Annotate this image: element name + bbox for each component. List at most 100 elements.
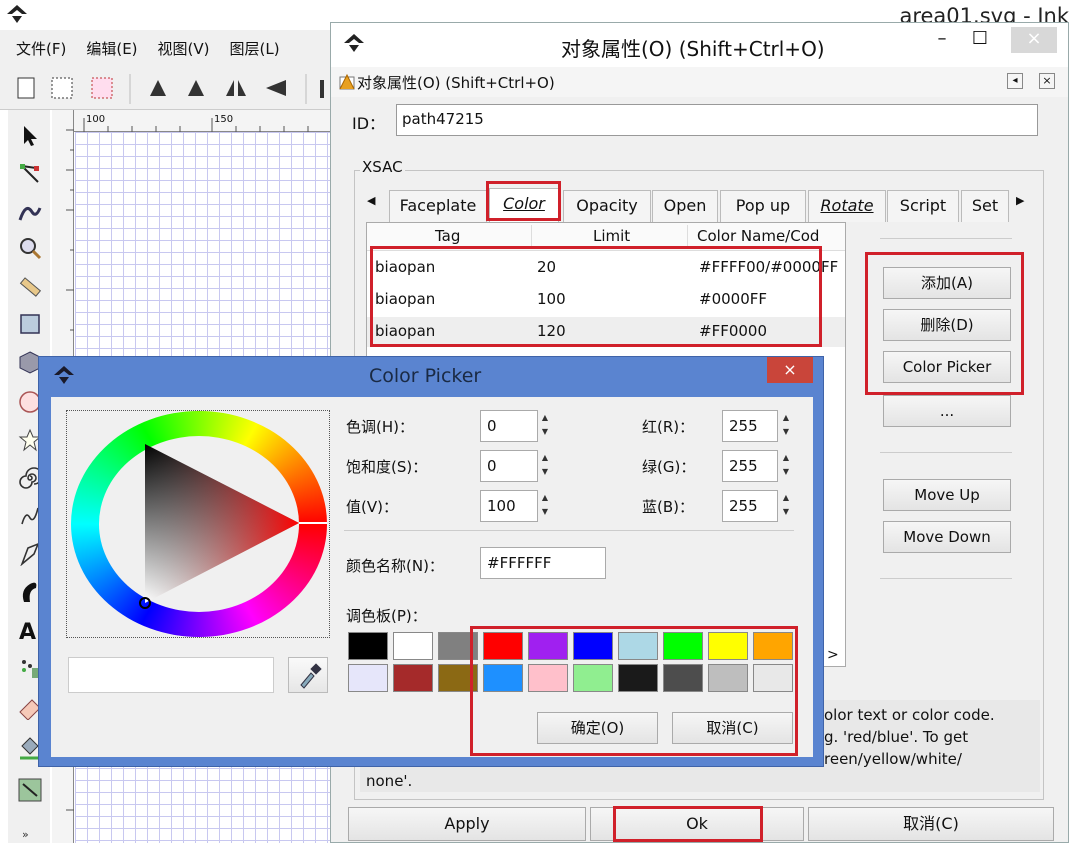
tab-color[interactable]: Color: [489, 188, 559, 222]
saturation-spinner-icon[interactable]: ▲ ▼: [539, 451, 551, 481]
tweak-tool-icon[interactable]: [18, 200, 42, 224]
saturation-input[interactable]: 0: [480, 450, 538, 482]
green-spinner-icon[interactable]: ▲ ▼: [780, 451, 792, 481]
selector-tool-icon[interactable]: [18, 124, 42, 148]
palette-swatch[interactable]: [528, 632, 568, 660]
select-in-layers-icon[interactable]: [91, 77, 113, 99]
table-row[interactable]: biaopan 100 #0000FF: [367, 285, 845, 315]
select-all-icon[interactable]: [51, 77, 73, 99]
color-picker-button[interactable]: Color Picker: [883, 351, 1011, 383]
inkscape-menu-bar: 文件(F) 编辑(E) 视图(V) 图层(L): [0, 30, 335, 66]
panel-collapse-icon[interactable]: ◂: [1007, 73, 1023, 89]
color-picker-close-button[interactable]: ×: [767, 357, 813, 383]
saturation-value-triangle[interactable]: [71, 411, 327, 637]
flip-vertical-icon[interactable]: [266, 80, 286, 96]
palette-swatch[interactable]: [528, 664, 568, 692]
minimize-button[interactable]: –: [931, 27, 953, 53]
rectangle-tool-icon[interactable]: [18, 312, 42, 336]
value-spinner-icon[interactable]: ▲ ▼: [539, 491, 551, 521]
table-row[interactable]: biaopan 20 #FFFF00/#0000FF: [367, 253, 845, 283]
tab-open[interactable]: Open: [652, 190, 718, 222]
eyedropper-icon: [300, 663, 322, 689]
hue-input[interactable]: 0: [480, 410, 538, 442]
toolbar-more-icon[interactable]: [320, 80, 324, 98]
delete-button[interactable]: 删除(D): [883, 309, 1011, 341]
tab-scroll-left-icon[interactable]: ◀: [367, 194, 375, 207]
red-input[interactable]: 255: [722, 410, 778, 442]
blue-input[interactable]: 255: [722, 490, 778, 522]
palette-swatch[interactable]: [393, 664, 433, 692]
palette-swatch[interactable]: [708, 664, 748, 692]
panel-close-icon[interactable]: ×: [1039, 73, 1055, 89]
rotate-ccw-icon[interactable]: [150, 80, 166, 96]
palette-label: 调色板(P)：: [346, 607, 427, 625]
dock-panel-header: 对象属性(O) (Shift+Ctrl+O) ◂ ×: [331, 67, 1068, 97]
table-row[interactable]: biaopan 120 #FF0000: [367, 317, 845, 347]
eyedropper-button[interactable]: [288, 657, 328, 693]
more-button[interactable]: ...: [883, 395, 1011, 427]
palette-swatch[interactable]: [438, 664, 478, 692]
palette-swatch[interactable]: [573, 664, 613, 692]
red-spinner-icon[interactable]: ▲ ▼: [780, 411, 792, 441]
column-header-color[interactable]: Color Name/Cod: [697, 227, 845, 245]
palette-swatch[interactable]: [753, 632, 793, 660]
help-line-2: g. 'red/blue'. To get: [824, 728, 969, 746]
ok-button[interactable]: Ok: [590, 807, 804, 841]
tab-set[interactable]: Set: [961, 190, 1009, 222]
id-label: ID：: [352, 114, 386, 133]
color-name-input[interactable]: #FFFFFF: [480, 547, 606, 579]
color-wheel[interactable]: [71, 411, 327, 637]
flip-horizontal-icon[interactable]: [226, 80, 246, 96]
palette-swatch[interactable]: [348, 664, 388, 692]
tab-faceplate[interactable]: Faceplate: [389, 190, 487, 222]
menu-layer[interactable]: 图层(L): [230, 38, 280, 59]
move-down-button[interactable]: Move Down: [883, 521, 1011, 553]
tab-popup[interactable]: Pop up: [720, 190, 806, 222]
green-input[interactable]: 255: [722, 450, 778, 482]
palette-swatch[interactable]: [618, 664, 658, 692]
svg-text:»: »: [22, 828, 29, 841]
palette-swatch[interactable]: [483, 664, 523, 692]
id-input[interactable]: path47215: [396, 104, 1038, 136]
palette-swatch[interactable]: [483, 632, 523, 660]
column-header-tag[interactable]: Tag: [435, 227, 460, 245]
palette-swatch[interactable]: [663, 664, 703, 692]
tab-scroll-right-icon[interactable]: ▶: [1016, 194, 1024, 207]
tab-script[interactable]: Script: [887, 190, 959, 222]
maximize-button[interactable]: ☐: [969, 27, 991, 53]
rotate-cw-icon[interactable]: [188, 80, 204, 96]
palette-swatch[interactable]: [708, 632, 748, 660]
picker-ok-button[interactable]: 确定(O): [537, 712, 658, 744]
palette-swatch[interactable]: [438, 632, 478, 660]
tab-rotate[interactable]: Rotate: [808, 190, 886, 222]
palette-swatch[interactable]: [393, 632, 433, 660]
palette-swatch[interactable]: [618, 632, 658, 660]
zoom-tool-icon[interactable]: [18, 236, 42, 260]
blue-spinner-icon[interactable]: ▲ ▼: [780, 491, 792, 521]
close-button[interactable]: ×: [1011, 27, 1057, 53]
connector-tool-icon[interactable]: [18, 778, 42, 802]
new-doc-icon[interactable]: [17, 77, 35, 99]
measure-tool-icon[interactable]: [18, 274, 42, 298]
row-limit: 100: [537, 290, 566, 308]
palette-swatch[interactable]: [663, 632, 703, 660]
tab-opacity[interactable]: Opacity: [563, 190, 651, 222]
value-input[interactable]: 100: [480, 490, 538, 522]
move-up-button[interactable]: Move Up: [883, 479, 1011, 511]
palette-swatch[interactable]: [348, 632, 388, 660]
menu-view[interactable]: 视图(V): [158, 38, 210, 59]
node-tool-icon[interactable]: [18, 162, 42, 186]
hue-spinner-icon[interactable]: ▲ ▼: [539, 411, 551, 441]
separator: [880, 238, 1012, 239]
menu-edit[interactable]: 编辑(E): [86, 38, 137, 59]
menu-file[interactable]: 文件(F): [16, 38, 66, 59]
toolbox-more-icon[interactable]: »: [18, 822, 42, 846]
add-button[interactable]: 添加(A): [883, 267, 1011, 299]
column-header-limit[interactable]: Limit: [593, 227, 630, 245]
picker-cancel-button[interactable]: 取消(C): [672, 712, 793, 744]
table-scroll-right-icon[interactable]: >: [827, 647, 839, 663]
palette-swatch[interactable]: [753, 664, 793, 692]
cancel-button[interactable]: 取消(C): [808, 807, 1054, 841]
apply-button[interactable]: Apply: [348, 807, 586, 841]
palette-swatch[interactable]: [573, 632, 613, 660]
